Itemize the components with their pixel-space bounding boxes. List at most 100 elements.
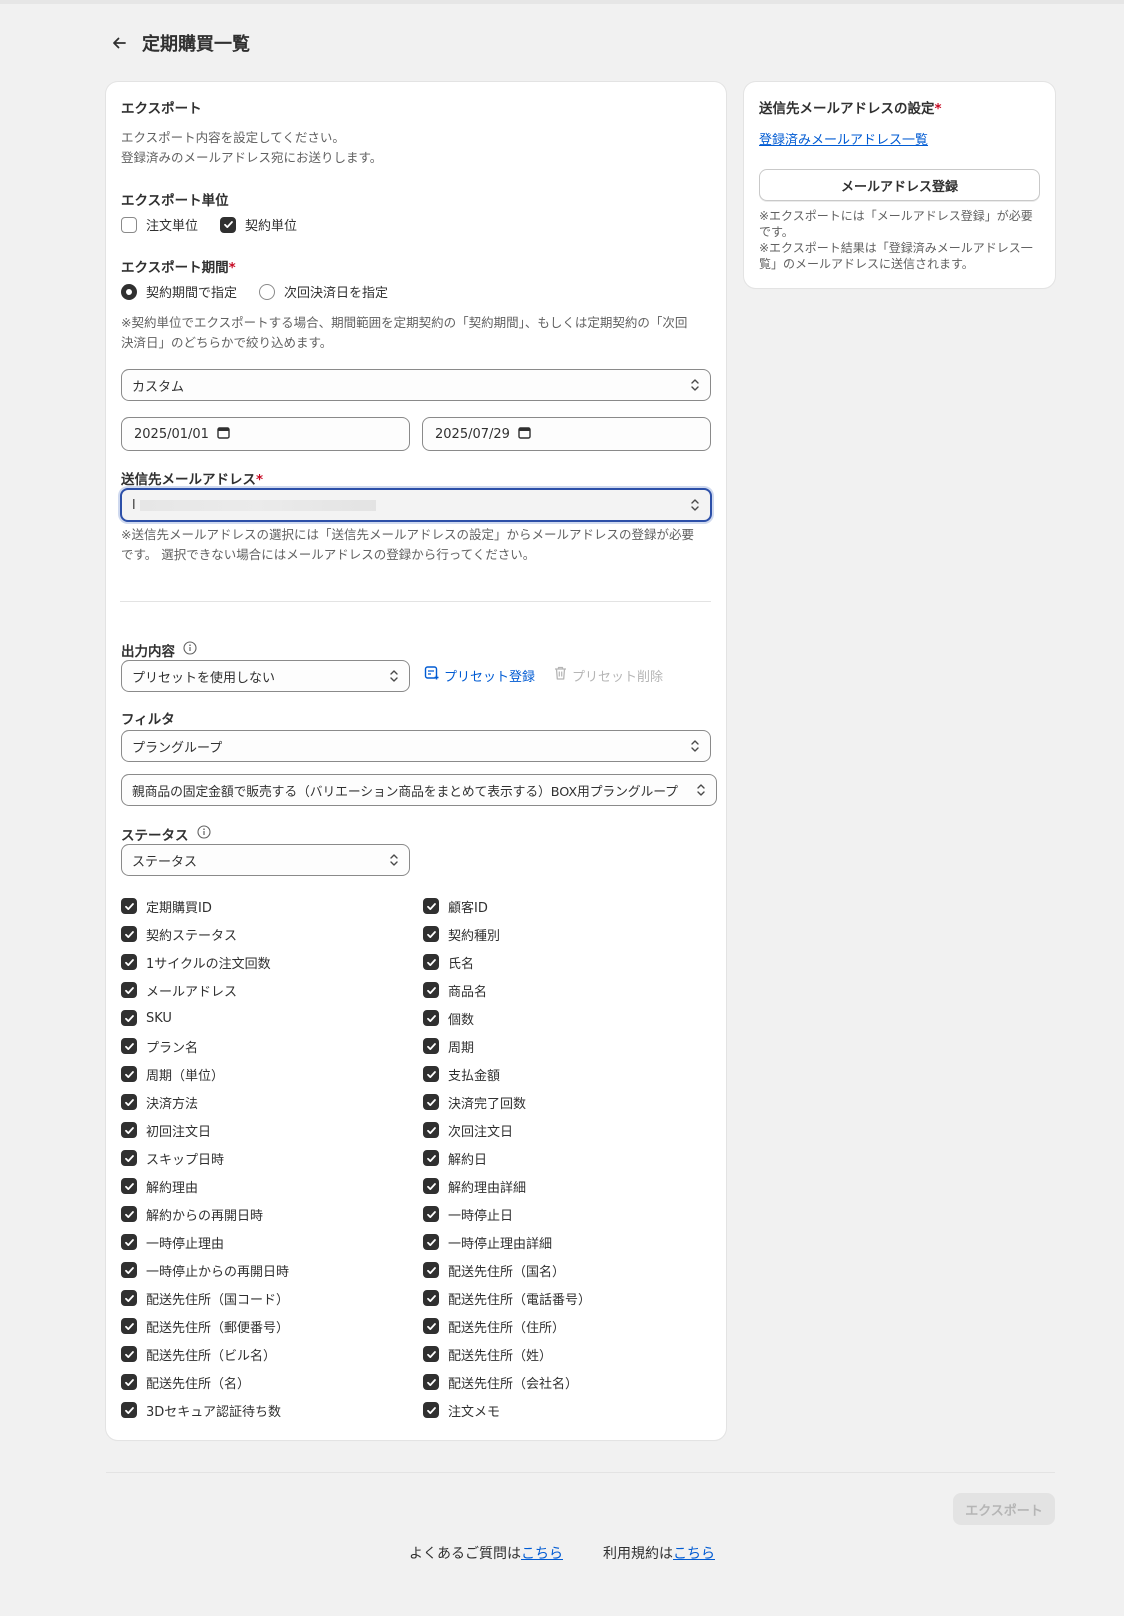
field-checkbox[interactable]: 3Dセキュア認証待ち数 (121, 1396, 289, 1424)
checkbox-box[interactable] (220, 216, 237, 233)
field-checkbox[interactable]: 決済完了回数 (423, 1088, 591, 1116)
field-checkbox[interactable]: 一時停止理由 (121, 1228, 289, 1256)
back-button[interactable] (106, 30, 132, 56)
field-checkbox[interactable]: 解約理由 (121, 1172, 289, 1200)
period-next-payment-radio[interactable]: 次回決済日を指定 (259, 282, 388, 301)
period-range-select[interactable]: カスタム (121, 369, 711, 401)
field-checkbox[interactable]: 決済方法 (121, 1088, 289, 1116)
field-checkbox[interactable]: 周期 (423, 1032, 591, 1060)
checkbox-box[interactable] (121, 1234, 137, 1250)
checkbox-box[interactable] (423, 1206, 439, 1222)
field-checkbox[interactable]: 配送先住所（ビル名） (121, 1340, 289, 1368)
faq-link[interactable]: こちら (521, 1546, 563, 1562)
field-checkbox[interactable]: SKU (121, 1004, 289, 1032)
checkbox-box[interactable] (121, 1066, 137, 1082)
start-date-input[interactable]: 2025/01/01 (121, 417, 410, 451)
field-checkbox[interactable]: 解約からの再開日時 (121, 1200, 289, 1228)
field-checkbox[interactable]: 解約理由詳細 (423, 1172, 591, 1200)
checkbox-box[interactable] (423, 898, 439, 914)
field-checkbox[interactable]: 一時停止日 (423, 1200, 591, 1228)
field-checkbox[interactable]: 商品名 (423, 976, 591, 1004)
checkbox-box[interactable] (423, 1234, 439, 1250)
field-checkbox[interactable]: 初回注文日 (121, 1116, 289, 1144)
email-select[interactable]: l (120, 488, 712, 522)
field-checkbox[interactable]: 支払金額 (423, 1060, 591, 1088)
field-checkbox[interactable]: 顧客ID (423, 892, 591, 920)
email-register-button[interactable]: メールアドレス登録 (759, 169, 1040, 201)
field-checkbox[interactable]: 一時停止からの再開日時 (121, 1256, 289, 1284)
status-select[interactable]: ステータス (121, 844, 410, 876)
field-checkbox[interactable]: 次回注文日 (423, 1116, 591, 1144)
field-checkbox[interactable]: 解約日 (423, 1144, 591, 1172)
period-contract-radio[interactable]: 契約期間で指定 (121, 282, 237, 301)
registered-email-list-link[interactable]: 登録済みメールアドレス一覧 (759, 129, 928, 148)
checkbox-box[interactable] (121, 1262, 137, 1278)
unit-order-checkbox[interactable]: 注文単位 (121, 215, 198, 234)
field-checkbox[interactable]: 配送先住所（会社名） (423, 1368, 591, 1396)
field-checkbox[interactable]: 個数 (423, 1004, 591, 1032)
checkbox-box[interactable] (121, 1318, 137, 1334)
checkbox-box[interactable] (423, 1346, 439, 1362)
checkbox-box[interactable] (121, 898, 137, 914)
field-checkbox[interactable]: スキップ日時 (121, 1144, 289, 1172)
filter-type-select[interactable]: プラングループ (121, 730, 711, 762)
checkbox-box[interactable] (423, 1262, 439, 1278)
checkbox-box[interactable] (423, 1094, 439, 1110)
field-checkbox[interactable]: 一時停止理由詳細 (423, 1228, 591, 1256)
field-checkbox[interactable]: 配送先住所（住所） (423, 1312, 591, 1340)
checkbox-box[interactable] (121, 1290, 137, 1306)
checkbox-box[interactable] (423, 1402, 439, 1418)
filter-value-select[interactable]: 親商品の固定金額で販売する（バリエーション商品をまとめて表示する）BOX用プラン… (121, 774, 717, 806)
checkbox-box[interactable] (121, 1402, 137, 1418)
field-checkbox[interactable]: 配送先住所（姓） (423, 1340, 591, 1368)
checkbox-box[interactable] (121, 982, 137, 998)
field-checkbox[interactable]: 契約種別 (423, 920, 591, 948)
field-checkbox[interactable]: 配送先住所（名） (121, 1368, 289, 1396)
field-checkbox[interactable]: 配送先住所（郵便番号） (121, 1312, 289, 1340)
checkbox-box[interactable] (423, 1066, 439, 1082)
checkbox-box[interactable] (423, 1290, 439, 1306)
field-checkbox[interactable]: プラン名 (121, 1032, 289, 1060)
checkbox-box[interactable] (423, 1122, 439, 1138)
unit-contract-checkbox[interactable]: 契約単位 (220, 215, 297, 234)
checkbox-box[interactable] (423, 982, 439, 998)
field-checkbox[interactable]: 契約ステータス (121, 920, 289, 948)
field-checkbox[interactable]: 配送先住所（国名） (423, 1256, 591, 1284)
checkbox-box[interactable] (121, 1206, 137, 1222)
end-date-input[interactable]: 2025/07/29 (422, 417, 711, 451)
checkbox-box[interactable] (423, 954, 439, 970)
field-checkbox[interactable]: 配送先住所（国コード） (121, 1284, 289, 1312)
checkbox-box[interactable] (121, 1038, 137, 1054)
preset-select[interactable]: プリセットを使用しない (121, 660, 410, 692)
checkbox-box[interactable] (121, 1010, 137, 1026)
checkbox-box[interactable] (121, 1094, 137, 1110)
checkbox-box[interactable] (121, 926, 137, 942)
field-checkbox[interactable]: 配送先住所（電話番号） (423, 1284, 591, 1312)
field-checkbox[interactable]: 注文メモ (423, 1396, 591, 1424)
radio-dot[interactable] (259, 283, 276, 300)
export-button[interactable]: エクスポート (953, 1493, 1055, 1525)
preset-delete-button[interactable]: プリセット削除 (553, 665, 663, 685)
checkbox-box[interactable] (121, 1122, 137, 1138)
checkbox-box[interactable] (121, 954, 137, 970)
field-checkbox[interactable]: 1サイクルの注文回数 (121, 948, 289, 976)
checkbox-box[interactable] (423, 1318, 439, 1334)
checkbox-box[interactable] (423, 1038, 439, 1054)
info-icon[interactable] (196, 825, 211, 843)
terms-link[interactable]: こちら (673, 1546, 715, 1562)
field-checkbox[interactable]: 氏名 (423, 948, 591, 976)
checkbox-box[interactable] (423, 926, 439, 942)
preset-register-button[interactable]: プリセット登録 (424, 665, 535, 685)
field-checkbox[interactable]: メールアドレス (121, 976, 289, 1004)
checkbox-box[interactable] (121, 1150, 137, 1166)
checkbox-box[interactable] (121, 1346, 137, 1362)
radio-dot[interactable] (121, 283, 137, 300)
checkbox-box[interactable] (423, 1010, 439, 1026)
calendar-icon[interactable] (518, 426, 531, 443)
checkbox-box[interactable] (121, 1178, 137, 1194)
checkbox-box[interactable] (121, 1374, 137, 1390)
checkbox-box[interactable] (423, 1150, 439, 1166)
calendar-icon[interactable] (217, 426, 230, 443)
checkbox-box[interactable] (423, 1178, 439, 1194)
checkbox-box[interactable] (423, 1374, 439, 1390)
